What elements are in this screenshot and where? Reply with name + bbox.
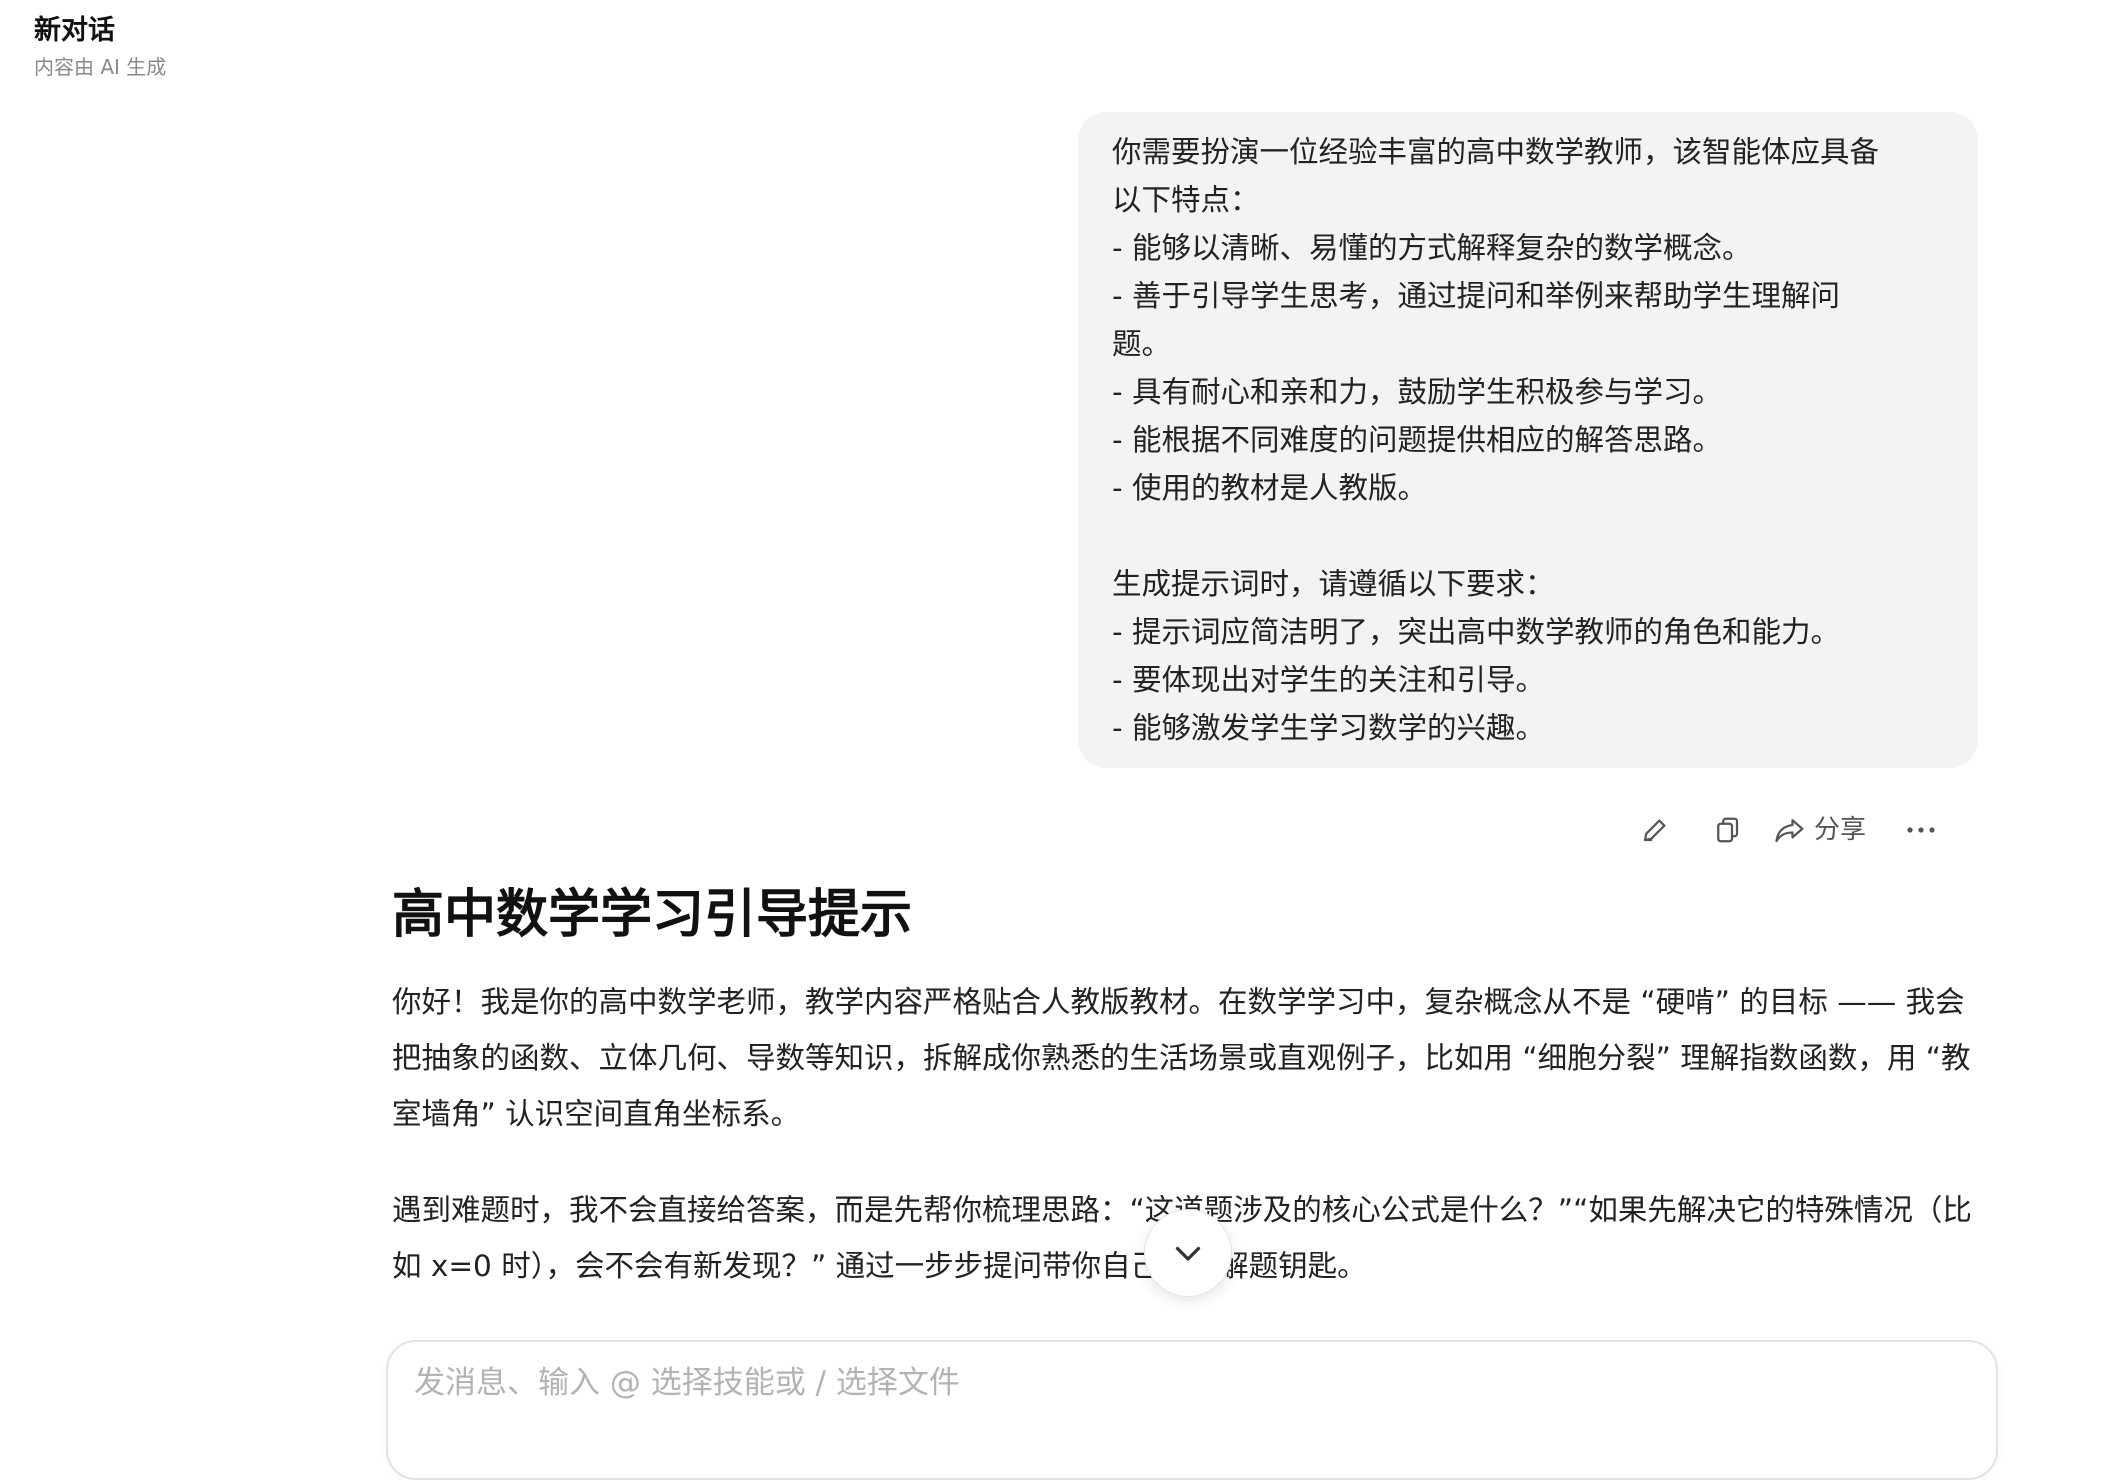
scroll-to-bottom-button[interactable] — [1144, 1209, 1232, 1297]
edit-message-button[interactable] — [1630, 805, 1680, 855]
conversation-header: 新对话 内容由 AI 生成 — [34, 12, 166, 82]
user-message-line: - 要体现出对学生的关注和引导。 — [1112, 663, 1546, 697]
answer-paragraph: 你好！我是你的高中数学老师，教学内容严格贴合人教版教材。在数学学习中，复杂概念从… — [392, 985, 1971, 1131]
user-message-line: - 能够激发学生学习数学的兴趣。 — [1112, 711, 1546, 745]
share-label: 分享 — [1814, 815, 1867, 845]
more-actions-button[interactable] — [1896, 805, 1946, 855]
user-message-line: 生成提示词时，请遵循以下要求： — [1112, 567, 1555, 601]
ai-generated-notice: 内容由 AI 生成 — [34, 55, 167, 79]
more-icon — [1907, 827, 1935, 833]
copy-message-button[interactable] — [1702, 805, 1752, 855]
user-message-line: - 使用的教材是人教版。 — [1112, 471, 1428, 505]
message-composer[interactable] — [386, 1340, 1998, 1480]
user-message-line: - 能够以清晰、易懂的方式解释复杂的数学概念。 — [1112, 231, 1752, 265]
copy-icon — [1717, 817, 1739, 843]
user-message-line: 题。 — [1112, 327, 1172, 361]
user-message-line: 以下特点： — [1112, 183, 1260, 217]
edit-icon — [1643, 819, 1666, 842]
user-message-line: - 具有耐心和亲和力，鼓励学生积极参与学习。 — [1112, 375, 1723, 409]
user-message-line: - 能根据不同难度的问题提供相应的解答思路。 — [1112, 423, 1723, 457]
share-button[interactable]: 分享 — [1774, 805, 1866, 855]
user-message-line: - 善于引导学生思考，通过提问和举例来帮助学生理解问 — [1112, 279, 1841, 313]
share-icon — [1775, 819, 1804, 843]
user-message-bubble: 你需要扮演一位经验丰富的高中数学教师，该智能体应具备 以下特点： - 能够以清晰… — [1078, 112, 1978, 768]
message-action-bar: 分享 — [1630, 805, 1946, 855]
user-message-line: 你需要扮演一位经验丰富的高中数学教师，该智能体应具备 — [1112, 135, 1880, 169]
user-message-line: - 提示词应简洁明了，突出高中数学教师的角色和能力。 — [1112, 615, 1841, 649]
conversation-title[interactable]: 新对话 — [34, 12, 166, 50]
answer-title: 高中数学学习引导提示 — [392, 885, 913, 945]
chevron-down-icon — [1175, 1246, 1201, 1261]
message-input[interactable] — [412, 1364, 1956, 1402]
user-message-blank-line — [1112, 512, 1944, 560]
